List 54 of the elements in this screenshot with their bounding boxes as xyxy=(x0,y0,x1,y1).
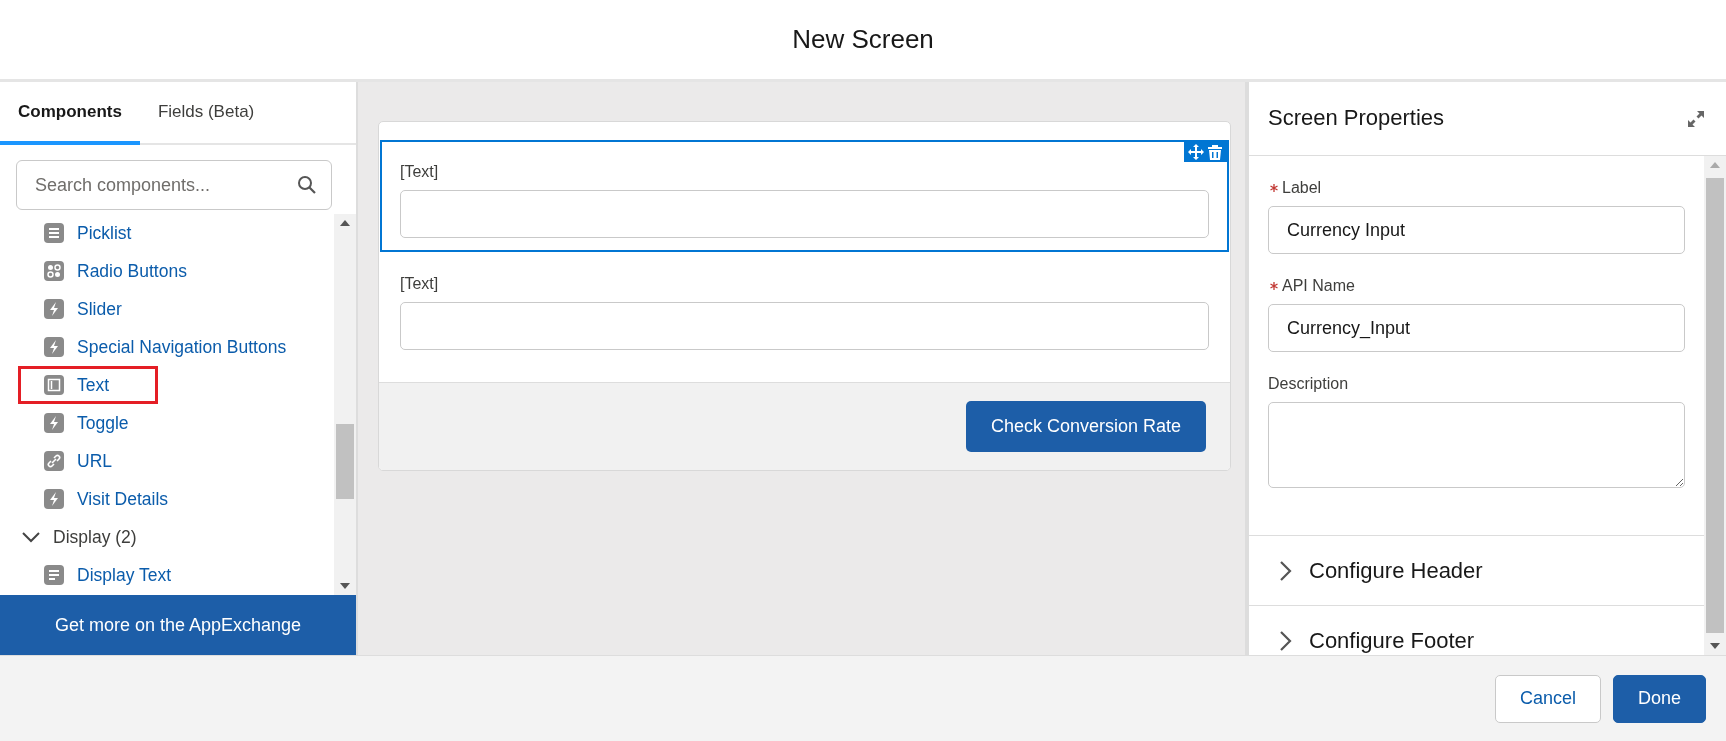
component-item[interactable]: Radio Buttons xyxy=(18,252,194,290)
input-field[interactable] xyxy=(400,302,1209,350)
radio-buttons-icon xyxy=(43,260,65,282)
tab[interactable]: Fields (Beta) xyxy=(139,82,273,145)
group-header[interactable]: Display (2) xyxy=(18,518,334,556)
scrollbar[interactable] xyxy=(1704,156,1726,655)
component-item[interactable]: Picklist xyxy=(18,214,139,252)
component-item[interactable]: Slider xyxy=(18,290,129,328)
component-item[interactable]: Text xyxy=(18,366,158,404)
appexchange-button[interactable]: Get more on the AppExchange xyxy=(0,595,356,655)
scrollbar[interactable] xyxy=(334,214,356,595)
scrollbar-thumb[interactable] xyxy=(1706,178,1724,633)
search-icon xyxy=(297,175,317,195)
panel-title: Screen Properties xyxy=(1268,105,1445,132)
field-label: Label xyxy=(1282,178,1322,198)
chevron-icon xyxy=(1279,629,1293,652)
window-title: New Screen xyxy=(792,23,934,56)
footer-button[interactable]: Cancel xyxy=(1494,674,1601,723)
link-icon xyxy=(43,450,65,472)
tab[interactable]: Components xyxy=(0,82,140,145)
input-field[interactable] xyxy=(400,190,1209,238)
canvas-field[interactable]: [Text] xyxy=(380,140,1229,252)
lightning-bolt-icon xyxy=(43,412,65,434)
text-area[interactable] xyxy=(1268,402,1685,488)
lightning-bolt-icon xyxy=(43,336,65,358)
scroll-up-icon[interactable] xyxy=(340,220,350,226)
field-label: Description xyxy=(1268,374,1349,394)
chevron-icon xyxy=(1279,559,1293,582)
lightning-bolt-icon xyxy=(43,298,65,320)
scroll-down-icon[interactable] xyxy=(1710,643,1720,649)
canvas-field[interactable]: [Text] xyxy=(380,252,1229,364)
scroll-down-icon[interactable] xyxy=(340,583,350,589)
field-label: [Text] xyxy=(400,274,440,294)
list-icon xyxy=(43,222,65,244)
trash-icon[interactable] xyxy=(1207,144,1223,160)
group-label: Display (2) xyxy=(53,525,137,549)
text-field-icon xyxy=(43,374,65,396)
text-lines-icon xyxy=(43,564,65,586)
component-item[interactable]: Special Navigation Buttons xyxy=(18,328,294,366)
move-icon[interactable] xyxy=(1188,144,1204,160)
component-item[interactable]: Toggle xyxy=(18,404,136,442)
input-field[interactable]: Currency Input xyxy=(1268,206,1685,254)
component-item[interactable]: URL xyxy=(18,442,119,480)
field-label: API Name xyxy=(1282,276,1355,296)
component-item[interactable]: Display Text xyxy=(18,556,179,594)
expand-icon[interactable] xyxy=(1686,108,1706,129)
input-field[interactable]: Currency_Input xyxy=(1268,304,1685,352)
field-label: [Text] xyxy=(400,162,440,182)
component-item[interactable]: Visit Details xyxy=(18,480,176,518)
check-conversion-rate-button[interactable]: Check Conversion Rate xyxy=(965,401,1206,452)
footer-button[interactable]: Done xyxy=(1612,674,1706,723)
search-field[interactable]: Search components... xyxy=(16,160,332,210)
lightning-bolt-icon xyxy=(43,488,65,510)
scrollbar-thumb[interactable] xyxy=(336,424,354,499)
